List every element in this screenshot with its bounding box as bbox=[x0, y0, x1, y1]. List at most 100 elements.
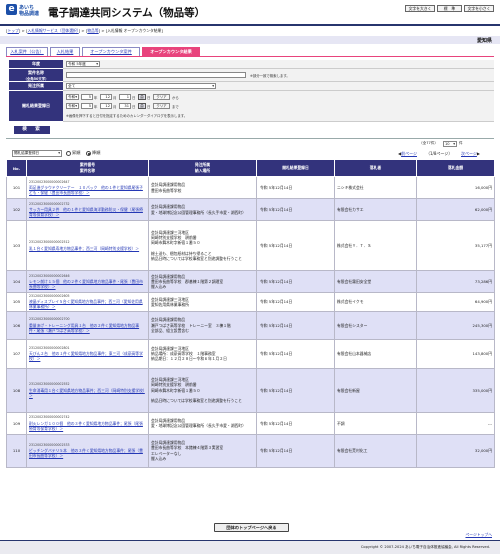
case-name-link[interactable]: 天びん２台 他の１件く愛知県地方物品事件；東三河（成豪高等学校）＞ bbox=[29, 351, 146, 361]
next-page[interactable]: 次ページ▶ bbox=[461, 151, 480, 157]
row-no: 110 bbox=[6, 433, 27, 468]
from-suffix: から bbox=[172, 96, 179, 100]
tab-open-counter-case[interactable]: オープンカウンタ案件 bbox=[82, 47, 140, 56]
col-no: No. bbox=[6, 159, 27, 177]
page-info: （1/8ページ） bbox=[426, 151, 453, 156]
prev-page-link[interactable]: 前ページ bbox=[401, 151, 417, 156]
row-no: 105 bbox=[6, 292, 27, 312]
tab-rule bbox=[6, 56, 494, 57]
to-clear-button[interactable]: クリア bbox=[153, 103, 170, 109]
breadcrumb-current: 入札情報 オープンカウンタ結果 bbox=[107, 28, 162, 33]
from-month-unit: 月 bbox=[113, 96, 117, 100]
sort-desc-label: 降順 bbox=[92, 150, 101, 155]
row-amount: 64,900円 bbox=[416, 292, 495, 312]
row-date: 令和 5年12月14日 bbox=[256, 270, 335, 293]
row-no: 103 bbox=[6, 220, 27, 271]
table-row: 108 23120023000000002552 生命消毒用１台く愛知県地方物品事件… bbox=[6, 367, 495, 413]
case-name-link[interactable]: 生命消毒用１台く愛知県地方物品事件；西三河（岡崎特別支援学校）＞ bbox=[29, 388, 146, 398]
case-name-link[interactable]: 耐火レンガ１００個 他の３件く愛知県地方物品事件；尾張（尾張療育等保育学校）＞ bbox=[29, 421, 146, 431]
case-name-label-block: 案件名称 （全角50文字） bbox=[9, 69, 63, 82]
row-winner: 有限会社霧田安全堂 bbox=[334, 270, 417, 293]
page-top-link[interactable]: ページトップへ bbox=[465, 532, 492, 538]
case-name-input[interactable] bbox=[66, 72, 246, 78]
col-dept-line2: 納入場所 bbox=[194, 168, 211, 173]
breadcrumb-top-link[interactable]: トップ bbox=[7, 28, 18, 33]
row-dept: 会計局調達課用物品 豊田市長曲等学校 本館棟４階第３実習室 エレベーターなし 搬… bbox=[148, 433, 257, 468]
case-name-link[interactable]: 液晶ディスプレイ５台く愛知県地方物品事件；西三河（愛知佐用県林業事務所）＞ bbox=[29, 299, 146, 309]
table-row: 105 23120023000000002605 液晶ディスプレイ５台く愛知県地方物… bbox=[6, 292, 495, 312]
to-day-unit: 日 bbox=[132, 105, 136, 109]
back-to-top-page-button[interactable]: 団体のトップページへ戻る bbox=[214, 523, 289, 532]
row-no: 108 bbox=[6, 367, 27, 413]
table-row: 102 23120023000000002732 サッカー用具２件 他の１件と愛知県… bbox=[6, 198, 495, 221]
table-row: 109 23120023000000002742 耐火レンガ１００個 他の３件く愛知… bbox=[6, 411, 495, 435]
from-day-unit: 日 bbox=[132, 96, 136, 100]
from-clear-button[interactable]: クリア bbox=[153, 94, 170, 100]
row-amount: 143,800円 bbox=[416, 338, 495, 369]
page-size-select[interactable]: 10 bbox=[443, 141, 457, 147]
col-amount: 落札金額 bbox=[416, 159, 495, 177]
to-month-input[interactable]: 12 bbox=[100, 103, 112, 109]
row-date: 令和 5年12月14日 bbox=[256, 176, 335, 199]
results-table: No. 案件番号 案件名称 発注所属 納入場所 開札結果登録日 落札者 落札金額 1… bbox=[6, 159, 495, 468]
to-calendar-icon[interactable]: 曲 bbox=[138, 103, 146, 109]
case-name-link[interactable]: レモン前け１５個 他の２件く愛知県地方物品事件・尾張（豊田市長曲等学校）＞ bbox=[29, 279, 146, 289]
prev-page[interactable]: ◀前ページ bbox=[398, 151, 417, 157]
tab-open-counter-result[interactable]: オープンカウンタ結果 bbox=[142, 47, 200, 56]
total-count: （全77件） bbox=[419, 141, 438, 145]
from-year-input[interactable]: 5 bbox=[81, 94, 93, 100]
case-name-link[interactable]: 重量あげ・トレーニング用具１台 他の２件く愛知県地方物品事件・尾張（瀬戸つばさ高… bbox=[29, 323, 146, 333]
table-row: 107 23120023000000002801 天びん２台 他の１件く愛知県地方物… bbox=[6, 338, 495, 369]
dept-label: 発注所属 bbox=[9, 82, 63, 91]
row-amount: 35,177円 bbox=[416, 220, 495, 271]
to-calendar-unit: 日 bbox=[147, 105, 151, 109]
case-name-link[interactable]: ピッチングバテリ５本 他の３件く愛知県地方物品事件；尾張（豊田市長曲等学校）＞ bbox=[29, 448, 146, 458]
to-day-input[interactable]: 31 bbox=[119, 103, 131, 109]
dept-select[interactable]: 全て bbox=[66, 83, 216, 89]
to-year-input[interactable]: 5 bbox=[81, 103, 93, 109]
row-no: 101 bbox=[6, 176, 27, 199]
row-amount: --- bbox=[416, 411, 495, 435]
to-year-unit: 年 bbox=[94, 105, 98, 109]
from-era-select[interactable]: 令和 bbox=[66, 94, 79, 100]
row-date: 令和 5年12月14日 bbox=[256, 198, 335, 221]
row-winner: 有限会社カサエ bbox=[334, 198, 417, 221]
sort-desc-radio[interactable] bbox=[86, 151, 91, 156]
col-winner: 落札者 bbox=[334, 159, 417, 177]
row-winner: 株式会社Ｙ．Ｔ．Ｓ bbox=[334, 220, 417, 271]
logo-text-line2: 物品調達 bbox=[19, 11, 40, 17]
from-day-input[interactable]: 1 bbox=[119, 94, 131, 100]
date-note: ※画像を押下すると日付を指定するためのカレンダーダイアログを表示します。 bbox=[66, 114, 188, 118]
breadcrumb-service-link[interactable]: 入札情報サービス（団体選択） bbox=[27, 28, 78, 33]
row-no: 107 bbox=[6, 338, 27, 369]
case-name-link[interactable]: 両足進グラウドクリーナー １０パック 他の１件と愛知県尾張子ども・保健（豊田市長… bbox=[29, 185, 146, 195]
section-divider bbox=[6, 138, 494, 139]
font-standard-button[interactable]: 標 準 bbox=[437, 5, 462, 12]
tab-bid-result[interactable]: 入札結果 bbox=[50, 47, 80, 56]
sort-asc-radio[interactable] bbox=[66, 151, 71, 156]
font-small-button[interactable]: 文字を小さく bbox=[464, 5, 494, 12]
search-button[interactable]: 検 索 bbox=[14, 126, 50, 134]
row-case: 23120023000000002605 液晶ディスプレイ５台く愛知県地方物品事件… bbox=[26, 292, 149, 312]
row-date: 令和 5年12月14日 bbox=[256, 338, 335, 369]
row-date: 令和 5年12月14日 bbox=[256, 411, 335, 435]
breadcrumb-goods-link[interactable]: 物品等 bbox=[87, 28, 98, 33]
fiscal-year-select[interactable]: 令和 5年度 bbox=[66, 61, 100, 67]
from-month-input[interactable]: 12 bbox=[100, 94, 112, 100]
col-date: 開札結果登録日 bbox=[256, 159, 335, 177]
case-name-link[interactable]: サッカー用具２件 他の１件と愛知県海洋勤務防災・保健（尾張療育等保育学校）＞ bbox=[29, 207, 146, 217]
tab-bid-notice[interactable]: 入札案件（公告） bbox=[6, 47, 48, 56]
row-amount: 16,000円 bbox=[416, 176, 495, 199]
from-calendar-unit: 日 bbox=[147, 96, 151, 100]
row-winner: 不調 bbox=[334, 411, 417, 435]
sort-field-select[interactable]: 開札結果登録日 bbox=[12, 150, 62, 157]
next-page-link[interactable]: 次ページ bbox=[461, 151, 477, 156]
from-calendar-icon[interactable]: 曲 bbox=[138, 94, 146, 100]
case-name-row: ※部分一致で検索します。 bbox=[63, 69, 494, 82]
row-dept: 会計局調達課用物品 豊田市長曲等学校 bbox=[148, 176, 257, 199]
font-large-button[interactable]: 文字を大きく bbox=[405, 5, 435, 12]
to-era-select[interactable]: 令和 bbox=[66, 103, 79, 109]
case-name-link[interactable]: 乳１台く愛知県寿地方物品事件；西三河（岡崎特別支援学校）＞ bbox=[29, 246, 146, 251]
case-name-sublabel: （全角50文字） bbox=[23, 77, 49, 81]
row-dept: 会計局調達課用物品 愛・地球博記念公園管理事務所（長久手市愛・湖西町） bbox=[148, 198, 257, 221]
